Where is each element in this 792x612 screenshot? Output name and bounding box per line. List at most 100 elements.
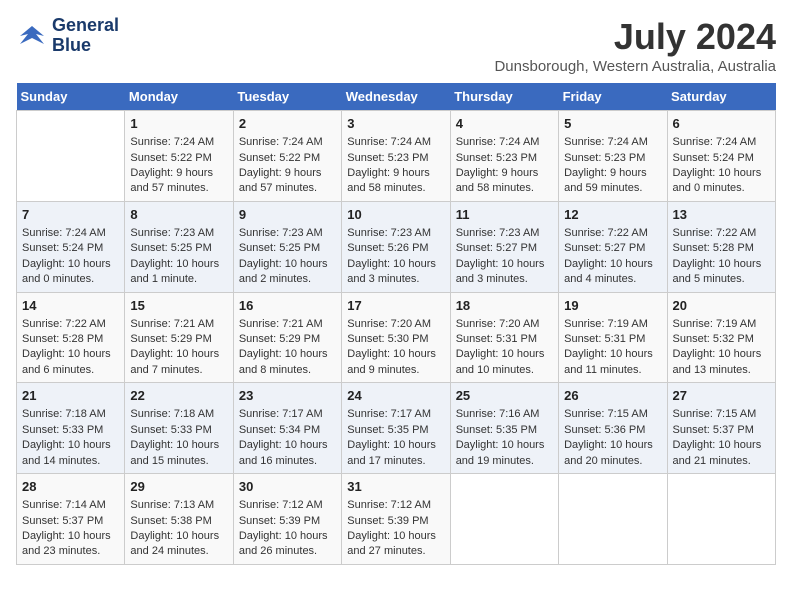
col-header-saturday: Saturday	[667, 83, 775, 111]
calendar-cell: 19Sunrise: 7:19 AMSunset: 5:31 PMDayligh…	[559, 292, 667, 383]
week-row-3: 14Sunrise: 7:22 AMSunset: 5:28 PMDayligh…	[17, 292, 776, 383]
sunset-text: Sunset: 5:39 PM	[239, 515, 320, 527]
sunrise-text: Sunrise: 7:24 AM	[564, 136, 648, 148]
calendar-cell: 18Sunrise: 7:20 AMSunset: 5:31 PMDayligh…	[450, 292, 558, 383]
sunset-text: Sunset: 5:22 PM	[130, 152, 211, 164]
day-number: 29	[130, 478, 227, 496]
daylight-text: Daylight: 10 hours and 11 minutes.	[564, 348, 653, 375]
daylight-text: Daylight: 10 hours and 20 minutes.	[564, 439, 653, 466]
sunrise-text: Sunrise: 7:24 AM	[22, 227, 106, 239]
sunrise-text: Sunrise: 7:15 AM	[673, 408, 757, 420]
calendar-cell: 13Sunrise: 7:22 AMSunset: 5:28 PMDayligh…	[667, 201, 775, 292]
calendar-cell: 9Sunrise: 7:23 AMSunset: 5:25 PMDaylight…	[233, 201, 341, 292]
sunrise-text: Sunrise: 7:24 AM	[673, 136, 757, 148]
week-row-2: 7Sunrise: 7:24 AMSunset: 5:24 PMDaylight…	[17, 201, 776, 292]
header-row: SundayMondayTuesdayWednesdayThursdayFrid…	[17, 83, 776, 111]
calendar-cell	[667, 474, 775, 565]
calendar-cell: 8Sunrise: 7:23 AMSunset: 5:25 PMDaylight…	[125, 201, 233, 292]
col-header-friday: Friday	[559, 83, 667, 111]
calendar-cell: 29Sunrise: 7:13 AMSunset: 5:38 PMDayligh…	[125, 474, 233, 565]
calendar-cell: 21Sunrise: 7:18 AMSunset: 5:33 PMDayligh…	[17, 383, 125, 474]
day-number: 22	[130, 387, 227, 405]
sunset-text: Sunset: 5:27 PM	[456, 242, 537, 254]
sunrise-text: Sunrise: 7:18 AM	[22, 408, 106, 420]
sunrise-text: Sunrise: 7:23 AM	[456, 227, 540, 239]
logo: GeneralBlue	[16, 16, 119, 56]
daylight-text: Daylight: 10 hours and 3 minutes.	[456, 258, 545, 285]
sunrise-text: Sunrise: 7:23 AM	[347, 227, 431, 239]
sunrise-text: Sunrise: 7:24 AM	[239, 136, 323, 148]
sunrise-text: Sunrise: 7:23 AM	[239, 227, 323, 239]
daylight-text: Daylight: 9 hours and 57 minutes.	[130, 167, 213, 194]
day-number: 25	[456, 387, 553, 405]
day-number: 15	[130, 297, 227, 315]
sunrise-text: Sunrise: 7:19 AM	[673, 318, 757, 330]
daylight-text: Daylight: 10 hours and 0 minutes.	[673, 167, 762, 194]
calendar-cell	[559, 474, 667, 565]
sunrise-text: Sunrise: 7:12 AM	[347, 499, 431, 511]
day-number: 16	[239, 297, 336, 315]
location-subtitle: Dunsborough, Western Australia, Australi…	[494, 58, 776, 75]
calendar-cell: 31Sunrise: 7:12 AMSunset: 5:39 PMDayligh…	[342, 474, 450, 565]
day-number: 31	[347, 478, 444, 496]
sunset-text: Sunset: 5:33 PM	[22, 424, 103, 436]
daylight-text: Daylight: 10 hours and 8 minutes.	[239, 348, 328, 375]
sunset-text: Sunset: 5:31 PM	[456, 333, 537, 345]
sunset-text: Sunset: 5:23 PM	[564, 152, 645, 164]
day-number: 20	[673, 297, 770, 315]
sunset-text: Sunset: 5:30 PM	[347, 333, 428, 345]
day-number: 19	[564, 297, 661, 315]
sunset-text: Sunset: 5:37 PM	[22, 515, 103, 527]
daylight-text: Daylight: 10 hours and 17 minutes.	[347, 439, 436, 466]
sunrise-text: Sunrise: 7:17 AM	[239, 408, 323, 420]
sunrise-text: Sunrise: 7:21 AM	[239, 318, 323, 330]
daylight-text: Daylight: 10 hours and 13 minutes.	[673, 348, 762, 375]
calendar-table: SundayMondayTuesdayWednesdayThursdayFrid…	[16, 83, 776, 565]
daylight-text: Daylight: 10 hours and 19 minutes.	[456, 439, 545, 466]
sunset-text: Sunset: 5:34 PM	[239, 424, 320, 436]
col-header-tuesday: Tuesday	[233, 83, 341, 111]
calendar-cell: 12Sunrise: 7:22 AMSunset: 5:27 PMDayligh…	[559, 201, 667, 292]
daylight-text: Daylight: 9 hours and 59 minutes.	[564, 167, 647, 194]
calendar-cell: 2Sunrise: 7:24 AMSunset: 5:22 PMDaylight…	[233, 111, 341, 202]
sunrise-text: Sunrise: 7:24 AM	[456, 136, 540, 148]
day-number: 1	[130, 115, 227, 133]
day-number: 8	[130, 206, 227, 224]
daylight-text: Daylight: 10 hours and 0 minutes.	[22, 258, 111, 285]
day-number: 11	[456, 206, 553, 224]
day-number: 23	[239, 387, 336, 405]
daylight-text: Daylight: 10 hours and 16 minutes.	[239, 439, 328, 466]
page-header: GeneralBlue July 2024 Dunsborough, Weste…	[16, 16, 776, 75]
sunset-text: Sunset: 5:23 PM	[347, 152, 428, 164]
daylight-text: Daylight: 10 hours and 23 minutes.	[22, 530, 111, 557]
daylight-text: Daylight: 10 hours and 24 minutes.	[130, 530, 219, 557]
daylight-text: Daylight: 10 hours and 7 minutes.	[130, 348, 219, 375]
daylight-text: Daylight: 9 hours and 58 minutes.	[456, 167, 539, 194]
sunrise-text: Sunrise: 7:18 AM	[130, 408, 214, 420]
calendar-cell: 20Sunrise: 7:19 AMSunset: 5:32 PMDayligh…	[667, 292, 775, 383]
daylight-text: Daylight: 10 hours and 6 minutes.	[22, 348, 111, 375]
day-number: 24	[347, 387, 444, 405]
col-header-monday: Monday	[125, 83, 233, 111]
sunset-text: Sunset: 5:33 PM	[130, 424, 211, 436]
sunrise-text: Sunrise: 7:22 AM	[564, 227, 648, 239]
day-number: 9	[239, 206, 336, 224]
calendar-cell: 25Sunrise: 7:16 AMSunset: 5:35 PMDayligh…	[450, 383, 558, 474]
sunset-text: Sunset: 5:38 PM	[130, 515, 211, 527]
calendar-cell	[17, 111, 125, 202]
sunset-text: Sunset: 5:28 PM	[673, 242, 754, 254]
calendar-cell: 28Sunrise: 7:14 AMSunset: 5:37 PMDayligh…	[17, 474, 125, 565]
day-number: 30	[239, 478, 336, 496]
calendar-cell: 16Sunrise: 7:21 AMSunset: 5:29 PMDayligh…	[233, 292, 341, 383]
sunset-text: Sunset: 5:35 PM	[456, 424, 537, 436]
sunrise-text: Sunrise: 7:24 AM	[347, 136, 431, 148]
day-number: 21	[22, 387, 119, 405]
daylight-text: Daylight: 10 hours and 3 minutes.	[347, 258, 436, 285]
calendar-cell: 17Sunrise: 7:20 AMSunset: 5:30 PMDayligh…	[342, 292, 450, 383]
sunset-text: Sunset: 5:36 PM	[564, 424, 645, 436]
sunset-text: Sunset: 5:22 PM	[239, 152, 320, 164]
calendar-cell: 27Sunrise: 7:15 AMSunset: 5:37 PMDayligh…	[667, 383, 775, 474]
sunrise-text: Sunrise: 7:14 AM	[22, 499, 106, 511]
sunset-text: Sunset: 5:24 PM	[22, 242, 103, 254]
week-row-4: 21 Sunrise: 7:18 AM Sunset: 5:33 PM Dayligh…	[17, 383, 776, 474]
